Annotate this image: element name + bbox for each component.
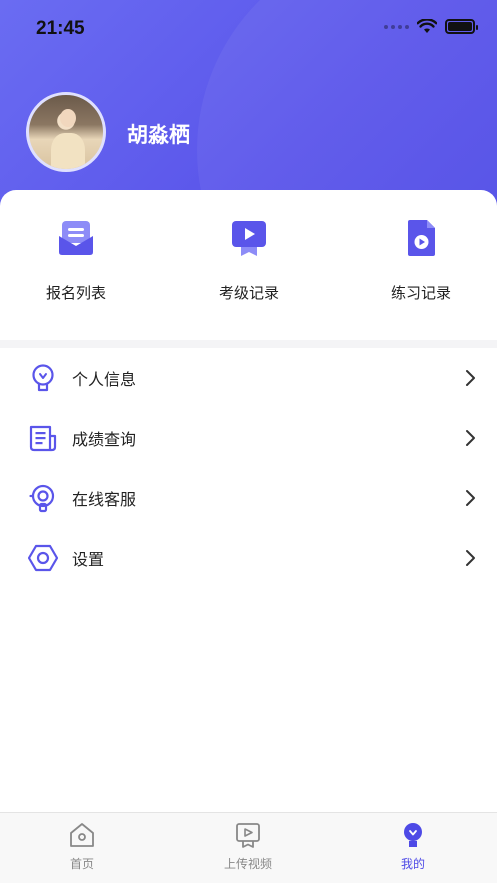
document-list-icon bbox=[29, 425, 57, 452]
menu-item-online-service[interactable]: 在线客服 bbox=[0, 468, 497, 528]
quick-action-exam-records[interactable]: 考级记录 bbox=[189, 218, 309, 303]
menu-item-settings[interactable]: 设置 bbox=[0, 528, 497, 588]
menu-item-personal-info[interactable]: 个人信息 bbox=[0, 348, 497, 408]
quick-action-label: 报名列表 bbox=[45, 284, 106, 302]
tab-home[interactable]: 首页 bbox=[32, 821, 132, 872]
chevron-right-icon bbox=[466, 370, 475, 386]
content-card: 报名列表 考级记录 练习记录 个人信息 成绩查询 在线客服 设置 bbox=[0, 190, 497, 883]
status-bar: 21:45 bbox=[0, 0, 497, 58]
home-icon bbox=[70, 823, 94, 847]
tab-label: 首页 bbox=[69, 857, 94, 871]
settings-menu: 个人信息 成绩查询 在线客服 设置 bbox=[0, 348, 497, 588]
bottom-tab-bar: 首页 上传视频 我的 bbox=[0, 812, 497, 883]
chevron-right-icon bbox=[466, 430, 475, 446]
quick-action-signup-list[interactable]: 报名列表 bbox=[16, 218, 136, 303]
signal-icon bbox=[384, 24, 409, 29]
envelope-list-icon bbox=[59, 221, 93, 255]
hexagon-settings-icon bbox=[28, 544, 58, 572]
status-icons bbox=[384, 19, 478, 34]
upload-video-icon bbox=[236, 823, 260, 848]
video-file-icon bbox=[408, 220, 435, 256]
video-badge-icon bbox=[232, 221, 266, 256]
section-divider bbox=[0, 340, 497, 348]
status-time: 21:45 bbox=[36, 18, 85, 39]
headset-icon bbox=[29, 484, 55, 513]
user-name: 胡淼栖 bbox=[127, 123, 190, 147]
tab-label: 上传视频 bbox=[223, 857, 272, 871]
tab-upload-video[interactable]: 上传视频 bbox=[198, 821, 298, 872]
battery-icon bbox=[445, 19, 478, 34]
wifi-icon bbox=[417, 19, 437, 33]
menu-item-label: 设置 bbox=[72, 550, 105, 569]
chevron-right-icon bbox=[466, 490, 475, 506]
menu-item-label: 在线客服 bbox=[72, 490, 137, 509]
avatar[interactable] bbox=[26, 92, 106, 172]
quick-actions: 报名列表 考级记录 练习记录 bbox=[0, 190, 497, 340]
quick-action-label: 练习记录 bbox=[390, 284, 451, 302]
user-bulb-icon bbox=[32, 364, 54, 392]
quick-action-practice-records[interactable]: 练习记录 bbox=[361, 218, 481, 303]
quick-action-label: 考级记录 bbox=[218, 284, 279, 302]
menu-item-score-query[interactable]: 成绩查询 bbox=[0, 408, 497, 468]
menu-item-label: 个人信息 bbox=[72, 370, 137, 389]
menu-item-label: 成绩查询 bbox=[72, 430, 137, 449]
profile-icon bbox=[404, 823, 422, 847]
chevron-right-icon bbox=[466, 550, 475, 566]
tab-label: 我的 bbox=[400, 857, 425, 871]
tab-mine[interactable]: 我的 bbox=[363, 821, 463, 872]
